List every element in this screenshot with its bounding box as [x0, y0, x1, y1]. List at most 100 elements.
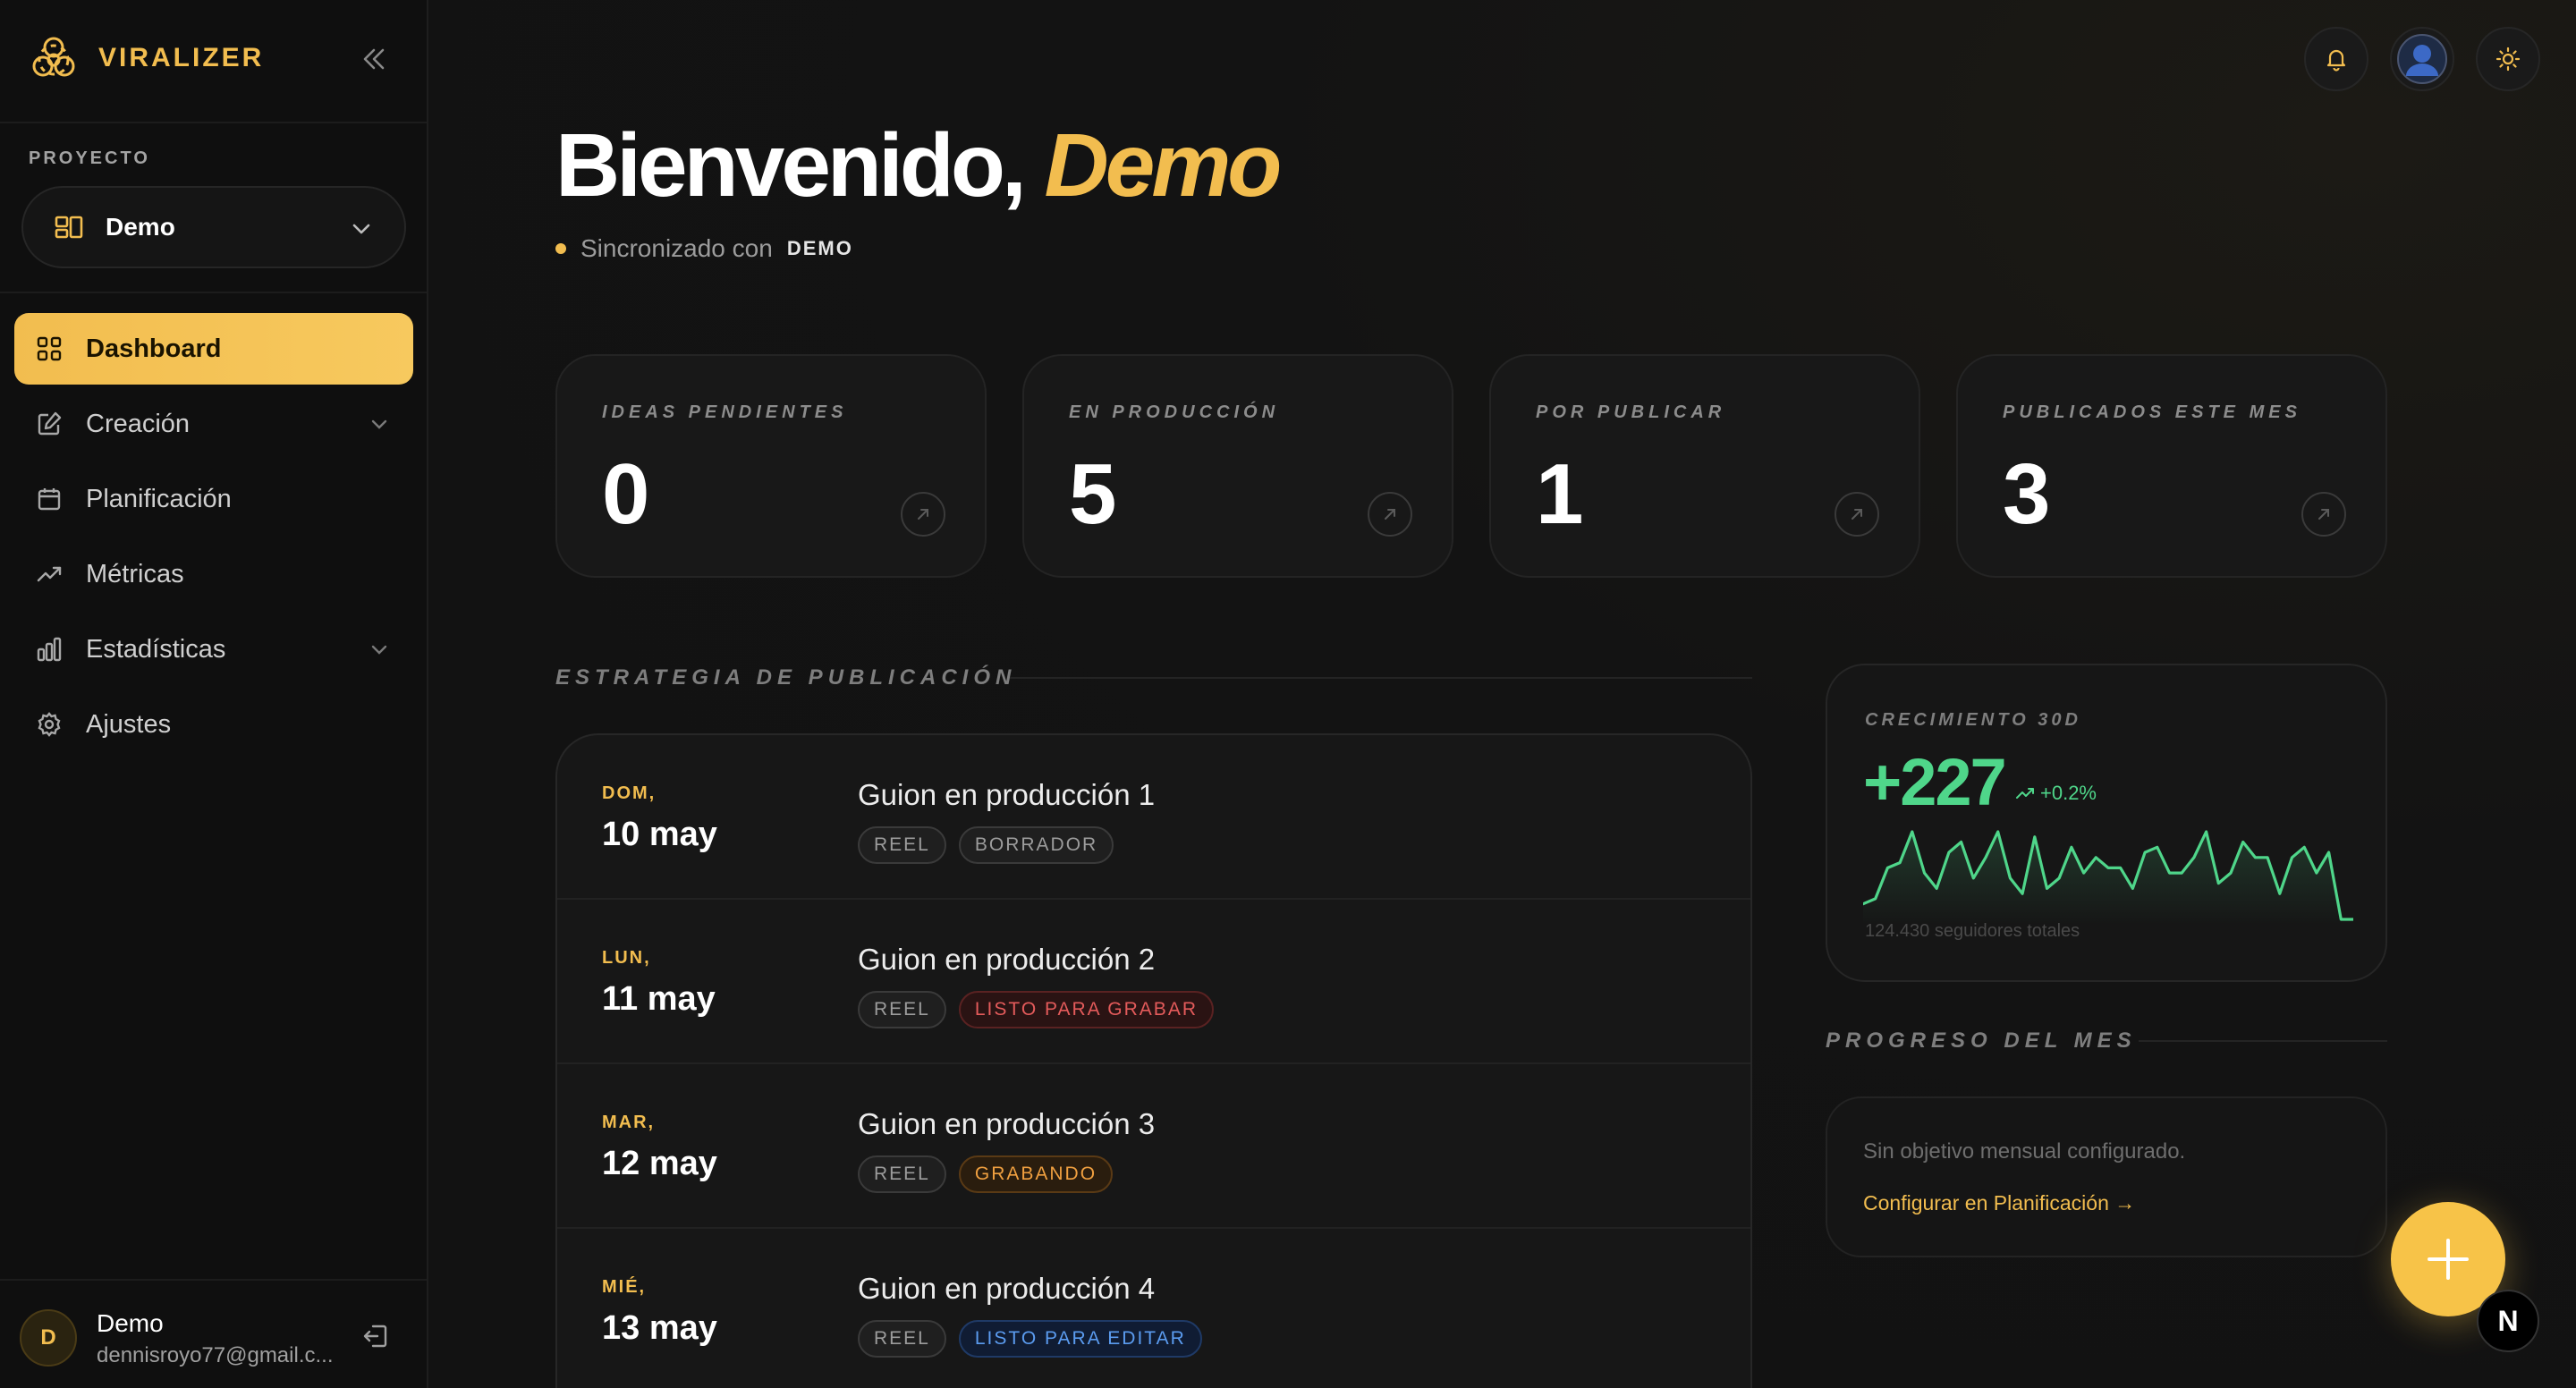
- sidebar-item-estadisticas[interactable]: Estadísticas: [14, 614, 413, 685]
- user-profile[interactable]: D Demo dennisroyo77@gmail.c...: [0, 1279, 427, 1388]
- project-icon: [55, 216, 83, 239]
- sidebar-nav: Dashboard Creación Planificación Métrica…: [14, 313, 413, 764]
- format-tag: REEL: [858, 991, 946, 1028]
- growth-label: CRECIMIENTO 30D: [1865, 710, 2081, 730]
- schedule-row[interactable]: DOM, 10 may Guion en producción 1 REEL B…: [557, 735, 1750, 900]
- grid-icon: [37, 336, 62, 361]
- sidebar-item-dashboard[interactable]: Dashboard: [14, 313, 413, 385]
- profile-avatar-button[interactable]: [2390, 27, 2454, 91]
- sidebar-item-label: Dashboard: [86, 334, 222, 363]
- tag-list: REEL LISTO PARA EDITAR: [858, 1320, 1202, 1358]
- top-actions: [2304, 27, 2540, 91]
- arrow-up-right-icon: [1852, 509, 1862, 520]
- bar-chart-icon: [37, 637, 62, 662]
- user-name: Demo: [97, 1309, 164, 1337]
- biohazard-icon: [32, 37, 75, 77]
- sidebar-item-label: Ajustes: [86, 709, 172, 739]
- sidebar-item-label: Planificación: [86, 484, 232, 513]
- kpi-open-button[interactable]: [901, 492, 945, 537]
- arrow-up-right-icon: [1385, 509, 1395, 520]
- growth-value: +227: [1863, 745, 2007, 819]
- arrow-up-right-icon: [2318, 509, 2329, 520]
- status-badge: BORRADOR: [958, 826, 1114, 864]
- project-selector[interactable]: Demo: [21, 186, 406, 268]
- brand-name: VIRALIZER: [98, 43, 265, 72]
- status-badge: GRABANDO: [958, 1155, 1114, 1193]
- sidebar-item-creacion[interactable]: Creación: [14, 388, 413, 460]
- configure-goal-link[interactable]: Configurar en Planificación →: [1863, 1191, 2135, 1215]
- chevron-down-icon: [352, 224, 370, 234]
- schedule-row[interactable]: MAR, 12 may Guion en producción 3 REEL G…: [557, 1064, 1750, 1229]
- kpi-card-publicados[interactable]: PUBLICADOS ESTE MES 3: [1956, 354, 2387, 578]
- pencil-icon: [38, 411, 62, 436]
- format-tag: REEL: [858, 1320, 946, 1358]
- kpi-open-button[interactable]: [1368, 492, 1412, 537]
- kpi-label: POR PUBLICAR: [1536, 402, 1726, 422]
- user-avatar-icon: [2397, 34, 2447, 84]
- gear-icon: [38, 712, 61, 737]
- n-badge-icon[interactable]: N: [2477, 1290, 2539, 1352]
- sync-status: Sincronizado con DEMO: [555, 234, 853, 263]
- divider: [1010, 677, 1752, 679]
- user-email: dennisroyo77@gmail.c...: [97, 1343, 334, 1367]
- double-chevron-left-icon: [363, 48, 385, 70]
- divider: [2139, 1040, 2387, 1042]
- sidebar-item-planificacion[interactable]: Planificación: [14, 463, 413, 535]
- tag-list: REEL LISTO PARA GRABAR: [858, 991, 1214, 1028]
- brand[interactable]: VIRALIZER: [29, 32, 264, 84]
- kpi-value: 0: [602, 446, 650, 542]
- calendar-icon: [38, 488, 61, 511]
- status-badge: LISTO PARA GRABAR: [958, 991, 1214, 1028]
- schedule-row[interactable]: LUN, 11 may Guion en producción 2 REEL L…: [557, 900, 1750, 1064]
- tag-list: REEL BORRADOR: [858, 826, 1114, 864]
- sidebar-item-metricas[interactable]: Métricas: [14, 538, 413, 610]
- schedule-day: MIÉ,: [602, 1277, 647, 1297]
- schedule-title: Guion en producción 3: [858, 1107, 1156, 1140]
- kpi-card-produccion[interactable]: EN PRODUCCIÓN 5: [1022, 354, 1453, 578]
- growth-sparkline: [1863, 830, 2353, 925]
- schedule-title: Guion en producción 2: [858, 943, 1156, 976]
- format-tag: REEL: [858, 1155, 946, 1193]
- growth-card[interactable]: CRECIMIENTO 30D +227 +0.2% 124.430 segui…: [1826, 664, 2387, 982]
- schedule-day: DOM,: [602, 783, 657, 803]
- avatar: D: [20, 1309, 77, 1367]
- status-badge: LISTO PARA EDITAR: [958, 1320, 1202, 1358]
- sync-text: Sincronizado con: [580, 234, 773, 262]
- sync-project: DEMO: [786, 237, 853, 259]
- welcome-prefix: Bienvenido,: [555, 115, 1045, 216]
- kpi-card-ideas[interactable]: IDEAS PENDIENTES 0: [555, 354, 987, 578]
- monthly-goal-card: Sin objetivo mensual configurado. Config…: [1826, 1096, 2387, 1257]
- sparkline-area: [1863, 832, 2353, 925]
- project-label: PROYECTO: [29, 148, 150, 168]
- sidebar-item-label: Estadísticas: [86, 634, 226, 664]
- progress-title: PROGRESO DEL MES: [1826, 1028, 2137, 1053]
- sun-icon: [2496, 47, 2521, 72]
- notifications-button[interactable]: [2304, 27, 2368, 91]
- plus-icon: [2428, 1239, 2469, 1280]
- schedule-date: 11 may: [602, 980, 716, 1018]
- status-dot: [555, 243, 566, 254]
- tag-list: REEL GRABANDO: [858, 1155, 1114, 1193]
- trend-up-icon: [2016, 788, 2034, 799]
- kpi-open-button[interactable]: [1835, 492, 1879, 537]
- schedule-list: DOM, 10 may Guion en producción 1 REEL B…: [555, 733, 1752, 1388]
- collapse-sidebar-button[interactable]: [356, 41, 392, 77]
- theme-toggle-button[interactable]: [2476, 27, 2540, 91]
- divider: [0, 122, 427, 123]
- kpi-value: 1: [1536, 446, 1584, 542]
- arrow-up-right-icon: [918, 509, 928, 520]
- kpi-label: PUBLICADOS ESTE MES: [2003, 402, 2301, 422]
- sidebar-item-ajustes[interactable]: Ajustes: [14, 689, 413, 760]
- chevron-down-icon: [371, 419, 387, 429]
- growth-delta-value: +0.2%: [2040, 782, 2097, 804]
- format-tag: REEL: [858, 826, 946, 864]
- logout-icon[interactable]: [361, 1322, 390, 1350]
- kpi-open-button[interactable]: [2301, 492, 2346, 537]
- strategy-title: ESTRATEGIA DE PUBLICACIÓN: [555, 665, 1017, 690]
- welcome-name: Demo: [1044, 115, 1283, 216]
- kpi-card-por-publicar[interactable]: POR PUBLICAR 1: [1489, 354, 1920, 578]
- goal-empty-text: Sin objetivo mensual configurado.: [1863, 1139, 2186, 1164]
- project-name: Demo: [106, 213, 175, 241]
- schedule-row[interactable]: MIÉ, 13 may Guion en producción 4 REEL L…: [557, 1229, 1750, 1388]
- kpi-value: 5: [1069, 446, 1117, 542]
